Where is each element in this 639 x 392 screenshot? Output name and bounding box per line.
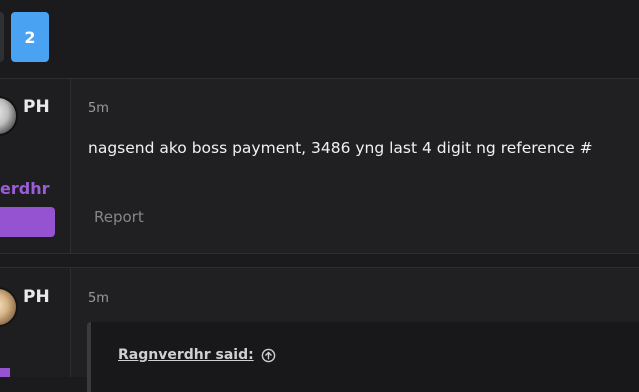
post-time[interactable]: 5m [88, 291, 109, 306]
username[interactable]: erdhr [0, 179, 49, 198]
quote-block: Ragnverdhr said: [87, 322, 639, 392]
country-label: PH [23, 287, 50, 307]
report-link[interactable]: Report [94, 208, 144, 226]
post-message: nagsend ako boss payment, 3486 yng last … [88, 139, 593, 157]
post-user-column: PH erdhr [0, 79, 71, 253]
post: PH 5m Ragnverdhr said: [0, 267, 639, 392]
page-button-current[interactable]: 2 [11, 12, 49, 62]
quote-author-link[interactable]: Ragnverdhr said: [118, 347, 254, 363]
post: PH erdhr 5m nagsend ako boss payment, 34… [0, 78, 639, 254]
page-button-previous[interactable] [0, 12, 4, 62]
pagination: 2 [0, 0, 639, 78]
user-badge [0, 207, 55, 237]
quote-header: Ragnverdhr said: [118, 347, 276, 363]
arrow-up-circle-icon[interactable] [261, 348, 276, 363]
avatar[interactable] [0, 287, 18, 327]
country-label: PH [23, 97, 50, 117]
avatar[interactable] [0, 96, 18, 136]
post-time[interactable]: 5m [88, 101, 109, 116]
post-user-column: PH [0, 268, 71, 377]
